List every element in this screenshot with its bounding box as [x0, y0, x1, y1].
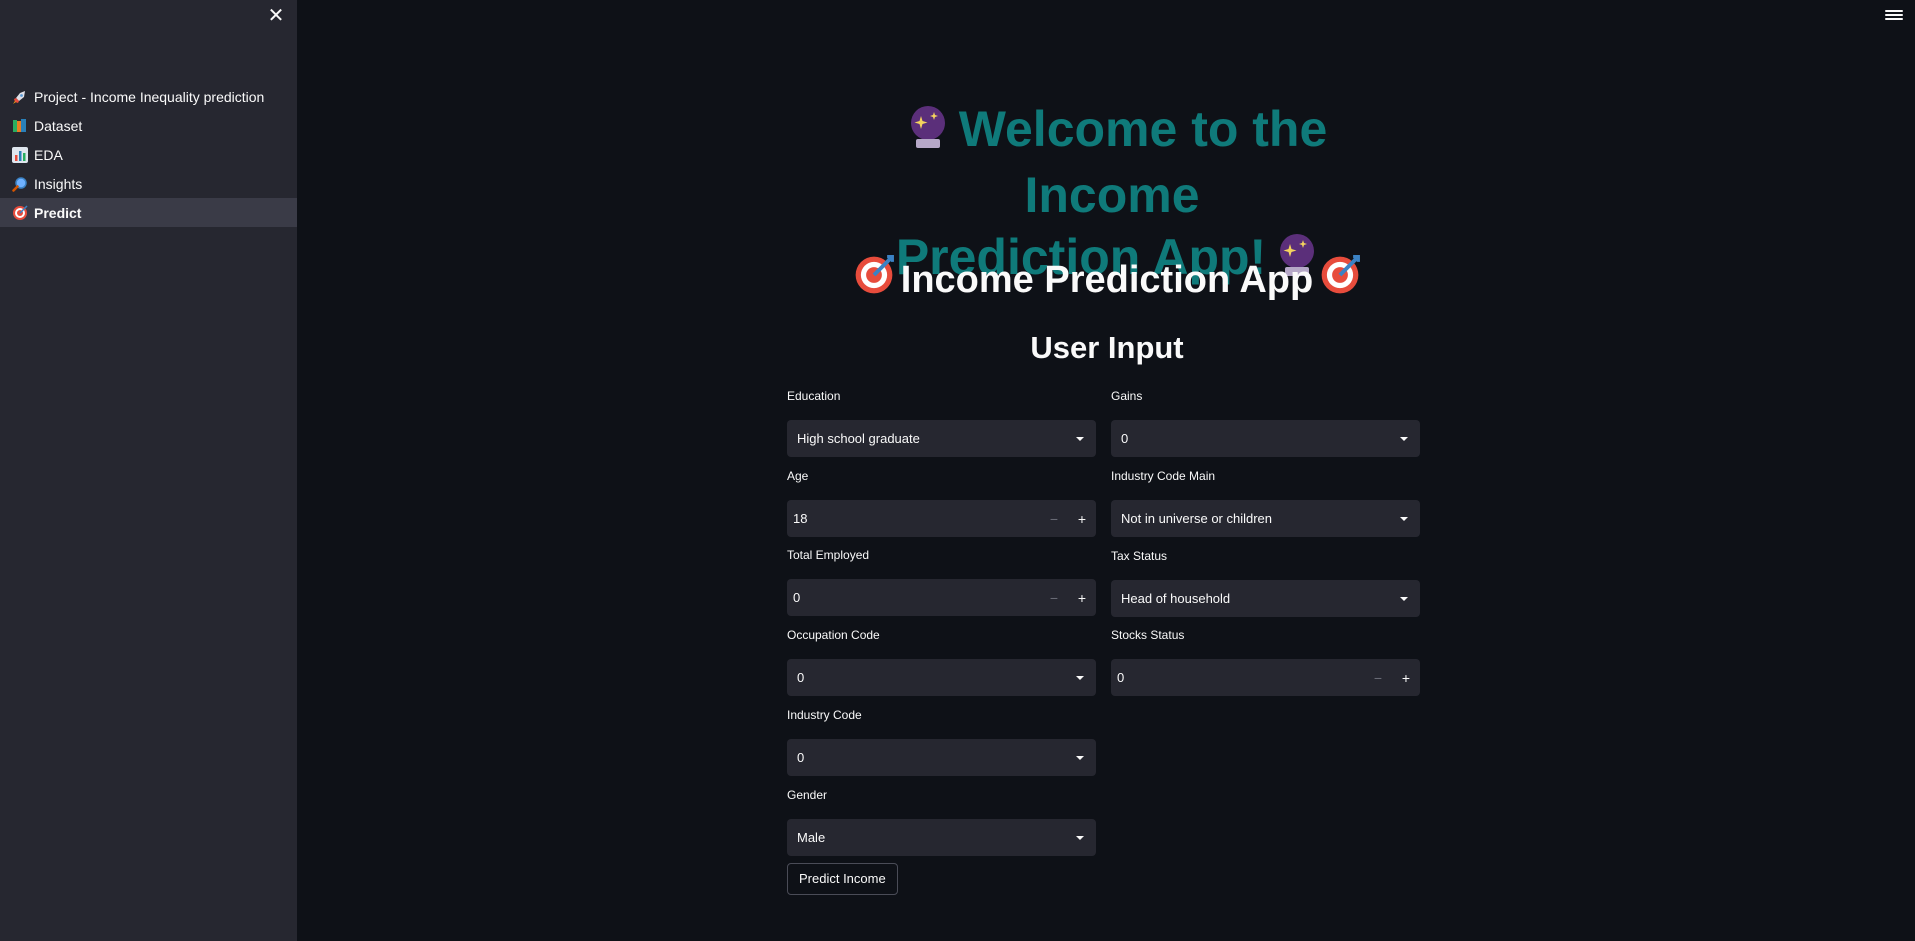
- gains-field: Gains 0: [1111, 388, 1420, 457]
- industry-code-label: Industry Code: [787, 708, 862, 722]
- gains-label: Gains: [1111, 389, 1143, 403]
- total-employed-number-input[interactable]: 0 − +: [787, 579, 1096, 616]
- app-title-text: Income Prediction App: [900, 259, 1314, 302]
- section-title: User Input: [1030, 330, 1184, 365]
- tax-status-select[interactable]: Head of household: [1111, 580, 1420, 617]
- chevron-down-icon: [1076, 675, 1084, 680]
- industry-code-field: Industry Code 0: [787, 707, 1096, 776]
- gains-value: 0: [1121, 431, 1129, 446]
- increment-icon[interactable]: +: [1068, 579, 1096, 616]
- bar-chart-icon: [12, 146, 34, 163]
- sidebar-item-predict[interactable]: Predict: [0, 198, 297, 227]
- target-icon: [12, 204, 34, 221]
- education-label: Education: [787, 389, 841, 403]
- tax-status-label: Tax Status: [1111, 549, 1168, 563]
- total-employed-field: Total Employed 0 − +: [787, 547, 1096, 616]
- sidebar-item-label: Predict: [34, 204, 82, 221]
- sidebar-item-dataset[interactable]: Dataset: [0, 111, 297, 140]
- occupation-code-select[interactable]: 0: [787, 659, 1096, 696]
- tax-status-value: Head of household: [1121, 591, 1231, 606]
- gender-value: Male: [797, 830, 826, 845]
- rocket-icon: [12, 89, 34, 105]
- chevron-down-icon: [1076, 835, 1084, 840]
- chevron-down-icon: [1400, 596, 1408, 601]
- industry-code-main-select[interactable]: Not in universe or children: [1111, 500, 1420, 537]
- decrement-icon[interactable]: −: [1040, 500, 1068, 537]
- app-title: Income Prediction App: [787, 254, 1427, 310]
- education-value: High school graduate: [797, 431, 920, 446]
- increment-icon[interactable]: +: [1392, 659, 1420, 696]
- decrement-icon[interactable]: −: [1364, 659, 1392, 696]
- chevron-down-icon: [1076, 755, 1084, 760]
- chevron-down-icon: [1400, 436, 1408, 441]
- education-select[interactable]: High school graduate: [787, 420, 1096, 457]
- industry-code-select[interactable]: 0: [787, 739, 1096, 776]
- sidebar: ✕ Project - Income Inequality prediction…: [0, 0, 297, 941]
- age-value[interactable]: 18: [787, 511, 1040, 526]
- books-icon: [12, 118, 34, 134]
- sidebar-item-eda[interactable]: EDA: [0, 140, 297, 169]
- sidebar-item-project[interactable]: Project - Income Inequality prediction: [0, 82, 297, 111]
- stocks-status-value[interactable]: 0: [1111, 670, 1364, 685]
- sidebar-item-label: Project - Income Inequality prediction: [34, 88, 265, 105]
- increment-icon[interactable]: +: [1068, 500, 1096, 537]
- target-icon: [853, 254, 895, 310]
- welcome-line-1: Welcome to the Income: [958, 101, 1328, 223]
- occupation-code-label: Occupation Code: [787, 628, 880, 642]
- age-field: Age 18 − +: [787, 468, 1096, 537]
- decrement-icon[interactable]: −: [1040, 579, 1068, 616]
- age-number-input[interactable]: 18 − +: [787, 500, 1096, 537]
- education-field: Education High school graduate: [787, 388, 1096, 457]
- industry-code-value: 0: [797, 750, 805, 765]
- sidebar-nav: Project - Income Inequality prediction D…: [0, 82, 297, 227]
- crystal-ball-icon: [905, 102, 951, 164]
- predict-income-button[interactable]: Predict Income: [787, 863, 898, 895]
- sidebar-item-label: Insights: [34, 175, 83, 192]
- stocks-status-field: Stocks Status 0 − +: [1111, 627, 1420, 696]
- stocks-status-number-input[interactable]: 0 − +: [1111, 659, 1420, 696]
- stocks-status-label: Stocks Status: [1111, 628, 1185, 642]
- gender-field: Gender Male: [787, 787, 1096, 856]
- target-icon: [1319, 254, 1361, 310]
- gender-select[interactable]: Male: [787, 819, 1096, 856]
- gains-select[interactable]: 0: [1111, 420, 1420, 457]
- sidebar-item-insights[interactable]: Insights: [0, 169, 297, 198]
- chevron-down-icon: [1400, 516, 1408, 521]
- tax-status-field: Tax Status Head of household: [1111, 548, 1420, 617]
- sidebar-item-label: EDA: [34, 146, 63, 163]
- occupation-code-value: 0: [797, 670, 805, 685]
- industry-code-main-label: Industry Code Main: [1111, 469, 1216, 483]
- magnifier-icon: [12, 176, 34, 192]
- sidebar-item-label: Dataset: [34, 117, 83, 134]
- main-content: Welcome to the Income Prediction App! In…: [297, 0, 1915, 941]
- close-sidebar-icon[interactable]: ✕: [266, 6, 286, 26]
- total-employed-label: Total Employed: [787, 548, 870, 562]
- occupation-code-field: Occupation Code 0: [787, 627, 1096, 696]
- chevron-down-icon: [1076, 436, 1084, 441]
- total-employed-value[interactable]: 0: [787, 590, 1040, 605]
- industry-code-main-value: Not in universe or children: [1121, 511, 1273, 526]
- gender-label: Gender: [787, 788, 828, 802]
- industry-code-main-field: Industry Code Main Not in universe or ch…: [1111, 468, 1420, 537]
- age-label: Age: [787, 469, 809, 483]
